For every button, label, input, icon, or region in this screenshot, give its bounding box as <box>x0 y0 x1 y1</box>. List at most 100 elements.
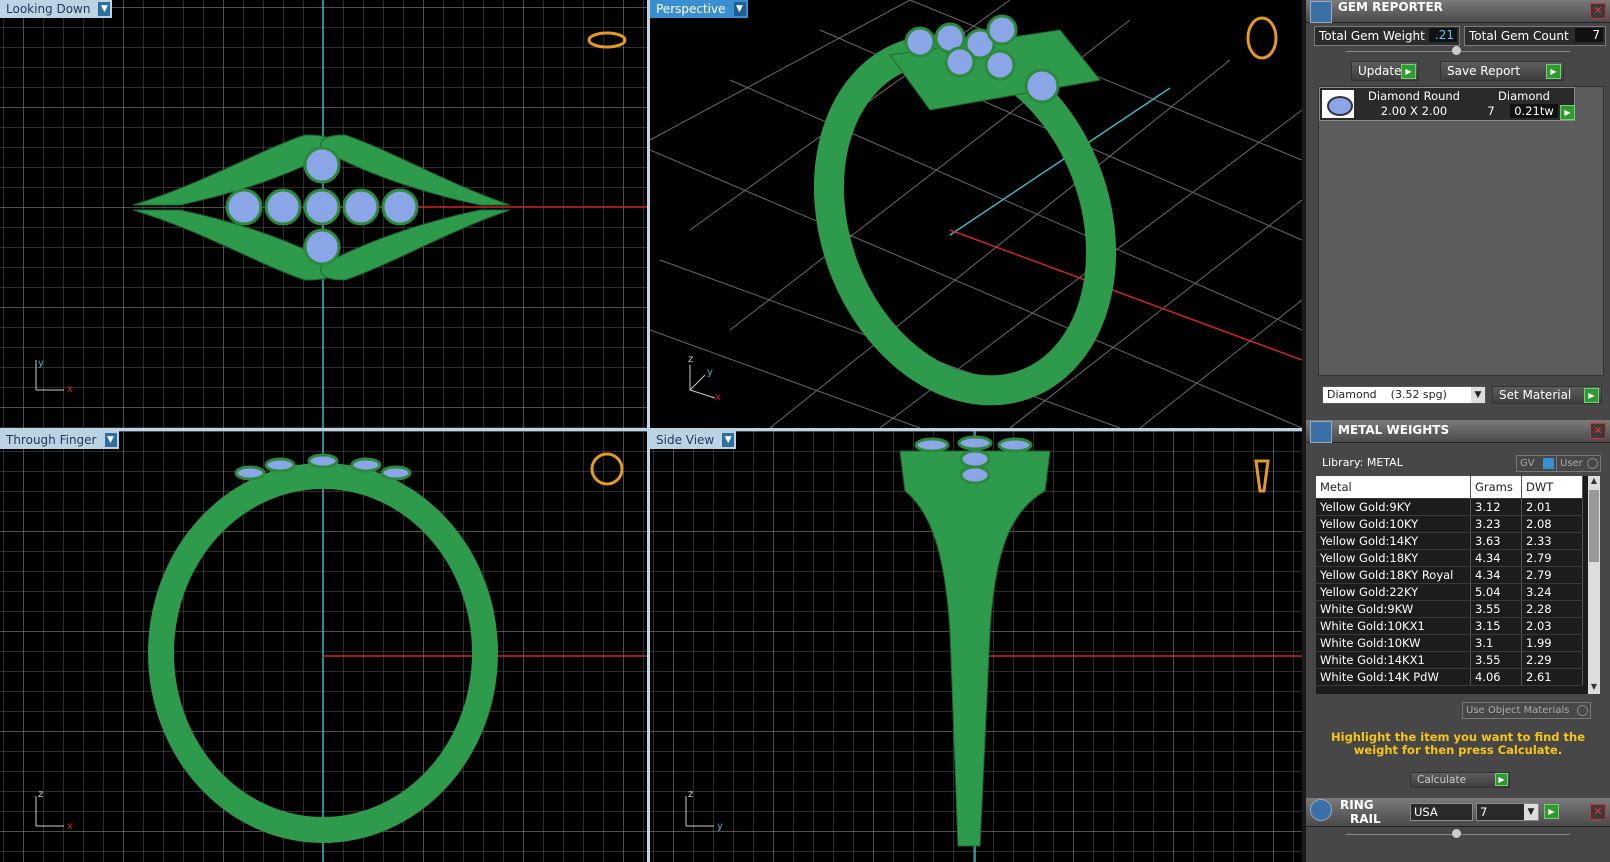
dropdown-arrow-icon[interactable]: ▼ <box>722 433 735 447</box>
table-row[interactable]: Yellow Gold:14KY 3.63 2.33 <box>1316 532 1583 550</box>
material-select[interactable]: Diamond (3.52 spg) ▼ <box>1322 386 1486 404</box>
play-icon: ▶ <box>1546 64 1561 79</box>
close-icon[interactable]: ✕ <box>1590 423 1606 439</box>
country-field[interactable]: USA <box>1410 803 1473 821</box>
viewport-label-looking-down[interactable]: Looking Down ▼ <box>0 0 113 18</box>
ring-rail-title-line1: RING <box>1340 798 1374 812</box>
set-material-button[interactable]: Set Material ▶ <box>1492 386 1602 404</box>
grams-cell: 5.04 <box>1470 583 1522 601</box>
play-icon[interactable]: ▶ <box>1544 804 1559 819</box>
viewport-through-finger[interactable]: z x Through Finger ▼ <box>0 431 647 862</box>
ring-rail-icon <box>1310 799 1332 821</box>
play-icon: ▶ <box>1584 388 1599 403</box>
gem-row[interactable]: Diamond Round 2.00 X 2.00 Diamond 7 0.21… <box>1319 87 1575 121</box>
table-row[interactable]: Yellow Gold:9KY 3.12 2.01 <box>1316 498 1583 516</box>
viewport-label-through-finger[interactable]: Through Finger ▼ <box>0 431 119 449</box>
grams-cell: 3.55 <box>1470 600 1522 618</box>
grams-cell: 4.34 <box>1470 549 1522 567</box>
close-icon[interactable]: ✕ <box>1590 804 1606 820</box>
metal-name-cell: White Gold:10KW <box>1316 634 1471 652</box>
save-report-button[interactable]: Save Report ▶ <box>1440 61 1564 81</box>
svg-text:y: y <box>717 821 723 832</box>
table-row[interactable]: White Gold:10KX1 3.15 2.03 <box>1316 617 1583 635</box>
column-metal[interactable]: Metal <box>1316 476 1471 499</box>
table-row[interactable]: Yellow Gold:18KY 4.34 2.79 <box>1316 549 1583 567</box>
chevron-up-icon[interactable]: ▲ <box>1588 476 1600 488</box>
dropdown-arrow-icon[interactable]: ▼ <box>98 2 111 16</box>
gem-reporter-icon <box>1310 1 1332 23</box>
table-header: Metal Grams DWT <box>1316 476 1583 499</box>
total-gem-weight-field: Total Gem Weight .21 <box>1314 26 1460 46</box>
close-icon[interactable]: ✕ <box>1590 3 1606 19</box>
dropdown-arrow-icon[interactable]: ▼ <box>104 433 117 447</box>
viewport-splitter-horizontal[interactable] <box>0 428 1302 431</box>
grams-cell: 3.15 <box>1470 617 1522 635</box>
total-gem-weight-value: .21 <box>1429 28 1457 42</box>
user-toggle[interactable]: User <box>1556 455 1601 472</box>
grams-cell: 3.23 <box>1470 515 1522 533</box>
column-grams[interactable]: Grams <box>1470 476 1522 499</box>
chevron-down-icon: ▼ <box>1471 387 1485 403</box>
column-dwt[interactable]: DWT <box>1521 476 1583 499</box>
viewport-splitter-vertical[interactable] <box>647 0 650 862</box>
metal-name-cell: White Gold:14KX1 <box>1316 651 1471 669</box>
grams-cell: 3.63 <box>1470 532 1522 550</box>
play-icon: ▶ <box>1401 64 1416 79</box>
grams-cell: 3.1 <box>1470 634 1522 652</box>
viewport-looking-down[interactable]: y x Looking Down ▼ <box>0 0 647 428</box>
metal-name-cell: Yellow Gold:10KY <box>1316 515 1471 533</box>
gem-count: 7 <box>1487 104 1495 118</box>
metal-name-cell: Yellow Gold:18KY <box>1316 549 1471 567</box>
chevron-down-icon[interactable]: ▼ <box>1588 682 1600 694</box>
gem-size: 2.00 X 2.00 <box>1380 104 1448 118</box>
metal-table: Metal Grams DWT Yellow Gold:9KY 3.12 2.01 Y… <box>1316 476 1600 694</box>
library-label: Library: METAL <box>1322 456 1403 469</box>
grams-cell: 3.12 <box>1470 498 1522 516</box>
gv-toggle[interactable]: GV <box>1516 455 1557 472</box>
use-object-materials-toggle[interactable]: Use Object Materials <box>1462 702 1591 719</box>
table-row[interactable]: White Gold:14K PdW 4.06 2.61 <box>1316 668 1583 686</box>
metal-name-cell: Yellow Gold:9KY <box>1316 498 1471 516</box>
metal-name-cell: White Gold:9KW <box>1316 600 1471 618</box>
dwt-cell: 2.29 <box>1521 651 1583 669</box>
metal-weights-icon <box>1310 421 1332 443</box>
chevron-down-icon: ▼ <box>1524 804 1538 820</box>
grid: z x <box>0 431 647 862</box>
grams-cell: 4.06 <box>1470 668 1522 686</box>
metal-name-cell: Yellow Gold:14KY <box>1316 532 1471 550</box>
ring-rail-header: RING RAIL USA 7 ▼ ▶ ✕ <box>1306 798 1610 827</box>
dwt-cell: 1.99 <box>1521 634 1583 652</box>
total-gem-count-field: Total Gem Count 7 <box>1464 26 1606 46</box>
dwt-cell: 2.28 <box>1521 600 1583 618</box>
table-row[interactable]: White Gold:14KX1 3.55 2.29 <box>1316 651 1583 669</box>
scrollbar[interactable]: ▲ ▼ <box>1588 476 1600 694</box>
table-row[interactable]: White Gold:9KW 3.55 2.28 <box>1316 600 1583 618</box>
gem-list: Diamond Round 2.00 X 2.00 Diamond 7 0.21… <box>1318 86 1604 376</box>
viewport-label-side-view[interactable]: Side View ▼ <box>650 431 737 449</box>
viewport-label-perspective[interactable]: Perspective ▼ <box>650 0 748 18</box>
play-icon: ▶ <box>1495 773 1508 786</box>
metal-weights-title: METAL WEIGHTS <box>1338 423 1450 437</box>
ring-size-select[interactable]: 7 ▼ <box>1476 803 1539 821</box>
table-row[interactable]: White Gold:10KW 3.1 1.99 <box>1316 634 1583 652</box>
table-row[interactable]: Yellow Gold:22KY 5.04 3.24 <box>1316 583 1583 601</box>
splitter-handle-icon[interactable] <box>1452 46 1461 55</box>
viewport-side-view[interactable]: z y Side View ▼ <box>650 431 1302 862</box>
gem-reporter-panel: GEM REPORTER ✕ Total Gem Weight .21 Tota… <box>1306 0 1610 420</box>
play-icon[interactable]: ▶ <box>1560 105 1575 120</box>
svg-text:z: z <box>38 789 43 800</box>
calculate-button[interactable]: Calculate ▶ <box>1410 772 1510 788</box>
grid: z y <box>650 431 1302 862</box>
grams-cell: 3.55 <box>1470 651 1522 669</box>
dropdown-arrow-icon[interactable]: ▼ <box>733 2 746 16</box>
scrollbar-thumb[interactable] <box>1589 490 1599 562</box>
dwt-cell: 3.24 <box>1521 583 1583 601</box>
update-button[interactable]: Update ▶ <box>1351 61 1419 81</box>
table-row[interactable]: Yellow Gold:18KY Royal 4.34 2.79 <box>1316 566 1583 584</box>
splitter-handle-icon[interactable] <box>1452 829 1461 838</box>
axis-y: y <box>38 358 44 369</box>
dwt-cell: 2.79 <box>1521 549 1583 567</box>
grid: y x <box>0 0 647 428</box>
viewport-perspective[interactable]: z y x Perspective ▼ <box>650 0 1302 428</box>
table-row[interactable]: Yellow Gold:10KY 3.23 2.08 <box>1316 515 1583 533</box>
